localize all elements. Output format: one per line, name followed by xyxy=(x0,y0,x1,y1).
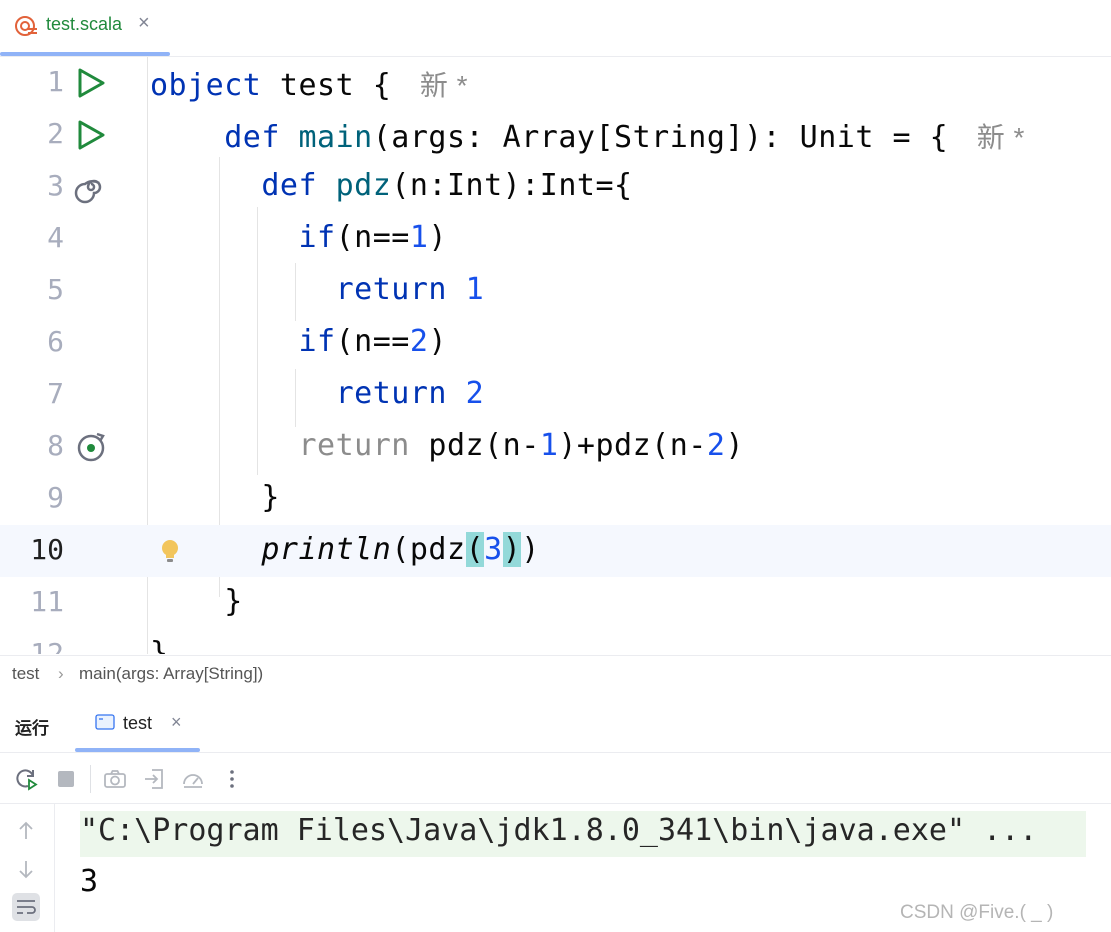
line-number: 5 xyxy=(47,273,64,306)
line-number: 1 xyxy=(47,65,64,98)
breadcrumb-separator: › xyxy=(58,664,64,683)
inlay-hint[interactable]: 新 * xyxy=(977,122,1025,153)
code-text: return 1 xyxy=(335,272,485,307)
code-line-1[interactable]: 1 object test { 新 * xyxy=(0,57,1111,109)
code-line-8[interactable]: 8 return pdz(n-1)+pdz(n-2) xyxy=(0,421,1111,473)
line-number: 6 xyxy=(47,325,64,358)
close-icon[interactable]: × xyxy=(138,12,150,35)
close-icon[interactable]: × xyxy=(171,712,182,733)
line-number: 9 xyxy=(47,481,64,514)
console-side-toolbar xyxy=(0,803,55,932)
breadcrumb-item-test[interactable]: test xyxy=(12,664,39,684)
file-tab-test-scala[interactable]: test.scala × xyxy=(0,0,170,56)
recursive-call-icon[interactable] xyxy=(73,429,109,465)
camera-icon[interactable] xyxy=(103,767,127,791)
file-tab-label: test.scala xyxy=(46,14,123,34)
code-text: } xyxy=(150,584,243,619)
recursive-call-icon[interactable] xyxy=(73,169,109,205)
line-number: 4 xyxy=(47,221,64,254)
run-icon[interactable] xyxy=(73,117,109,153)
toolbar-separator xyxy=(90,765,91,793)
console-command-line: "C:\Program Files\Java\jdk1.8.0_341\bin\… xyxy=(80,811,1086,857)
code-line-11[interactable]: 11 } xyxy=(0,577,1111,629)
editor-tab-bar: test.scala × xyxy=(0,0,1111,57)
code-text: if(n==1) xyxy=(298,220,447,255)
scala-file-icon xyxy=(15,16,37,36)
console-output-line: 3 xyxy=(80,864,99,899)
code-line-2[interactable]: 2 def main(args: Array[String]): Unit = … xyxy=(0,109,1111,161)
code-line-4[interactable]: 4 if(n==1) xyxy=(0,213,1111,265)
code-editor[interactable]: 1 object test { 新 * 2 def main(args: Arr… xyxy=(0,57,1111,654)
arrow-down-icon[interactable] xyxy=(12,855,40,883)
breadcrumb: test › main(args: Array[String]) xyxy=(0,655,1111,693)
breadcrumb-item-main[interactable]: main(args: Array[String]) xyxy=(79,664,263,684)
code-text: println(pdz(3)) xyxy=(261,532,540,567)
code-text: def pdz(n:Int):Int={ xyxy=(261,168,633,203)
active-tab-indicator xyxy=(0,52,170,56)
line-number: 3 xyxy=(47,169,64,202)
code-text: def main(args: Array[String]): Unit = { … xyxy=(224,120,1025,155)
arrow-up-icon[interactable] xyxy=(12,817,40,845)
watermark: CSDN @Five.( _ ) xyxy=(900,902,1054,923)
code-line-5[interactable]: 5 return 1 xyxy=(0,265,1111,317)
rerun-icon[interactable] xyxy=(14,767,38,791)
line-number: 7 xyxy=(47,377,64,410)
line-number: 2 xyxy=(47,117,64,150)
exit-icon[interactable] xyxy=(142,767,166,791)
run-tool-window: 运行 test × "C:\Program Files\Java\jdk1.8.… xyxy=(0,692,1111,932)
code-text: } xyxy=(150,636,169,654)
code-line-9[interactable]: 9 } xyxy=(0,473,1111,525)
code-line-12[interactable]: 12 } xyxy=(0,629,1111,654)
more-options-icon[interactable] xyxy=(220,767,244,791)
code-line-10[interactable]: 10 println(pdz(3)) xyxy=(0,525,1111,577)
line-number: 8 xyxy=(47,429,64,462)
run-toolbar xyxy=(0,752,1111,804)
line-number: 10 xyxy=(30,533,64,566)
code-text: if(n==2) xyxy=(298,324,447,359)
console-icon xyxy=(95,714,115,730)
code-text: object test { 新 * xyxy=(150,68,469,103)
code-line-7[interactable]: 7 return 2 xyxy=(0,369,1111,421)
code-line-6[interactable]: 6 if(n==2) xyxy=(0,317,1111,369)
run-panel-title: 运行 xyxy=(15,719,49,738)
line-number: 12 xyxy=(30,637,64,654)
profiler-icon[interactable] xyxy=(181,767,205,791)
soft-wrap-icon[interactable] xyxy=(12,893,40,921)
code-text: } xyxy=(150,480,280,515)
run-tab-label: test xyxy=(123,713,153,733)
line-number: 11 xyxy=(30,585,64,618)
code-line-3[interactable]: 3 def pdz(n:Int):Int={ xyxy=(0,161,1111,213)
code-text: return 2 xyxy=(335,376,485,411)
inlay-hint[interactable]: 新 * xyxy=(420,70,468,101)
run-icon[interactable] xyxy=(73,65,109,101)
run-tab-test[interactable]: test × xyxy=(75,692,200,752)
stop-icon[interactable] xyxy=(54,767,78,791)
code-text: return pdz(n-1)+pdz(n-2) xyxy=(298,428,744,463)
